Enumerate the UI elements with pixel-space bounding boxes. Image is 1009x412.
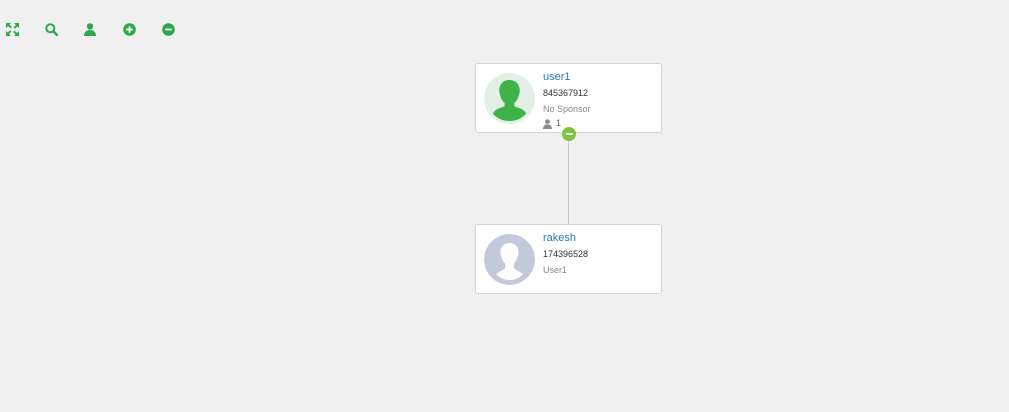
node-children-count: 1 <box>543 118 658 129</box>
avatar <box>484 234 535 285</box>
zoom-in-icon <box>122 22 136 36</box>
node-name-link[interactable]: user1 <box>543 71 658 84</box>
user-icon <box>543 118 552 129</box>
children-count-value: 1 <box>556 118 562 128</box>
search-icon <box>44 22 58 36</box>
user-button[interactable] <box>83 22 97 36</box>
tree-toolbar <box>5 22 200 36</box>
minus-icon <box>565 133 573 135</box>
collapse-node-button[interactable] <box>562 127 576 141</box>
tree-connector-line <box>568 134 569 224</box>
active-user-avatar-icon <box>484 73 535 124</box>
tree-node-root[interactable]: user1 845367912 No Sponsor 1 <box>475 63 662 133</box>
avatar <box>484 73 535 124</box>
zoom-out-icon <box>161 22 175 36</box>
search-button[interactable] <box>44 22 58 36</box>
zoom-out-button[interactable] <box>161 22 175 36</box>
node-user-id: 174396528 <box>543 249 589 259</box>
inactive-user-avatar-icon <box>484 234 535 285</box>
zoom-in-button[interactable] <box>122 22 136 36</box>
tree-canvas: user1 845367912 No Sponsor 1 rakesh 1743… <box>0 0 1009 412</box>
tree-node-child[interactable]: rakesh 174396528 User1 <box>475 224 662 294</box>
node-name-link[interactable]: rakesh <box>543 232 658 245</box>
node-sponsor: User1 <box>543 265 568 275</box>
fullscreen-button[interactable] <box>5 22 19 36</box>
user-icon <box>84 22 96 36</box>
node-sponsor: No Sponsor <box>543 104 591 114</box>
fullscreen-icon <box>5 22 19 36</box>
node-user-id: 845367912 <box>543 88 589 98</box>
